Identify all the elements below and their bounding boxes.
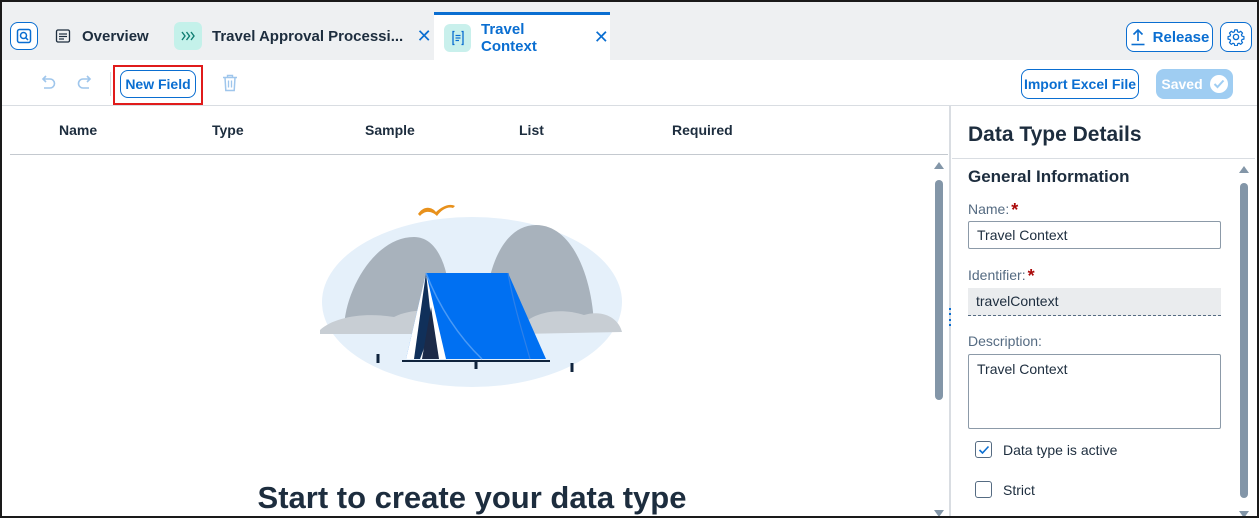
details-panel-title: Data Type Details: [968, 123, 1142, 146]
close-icon[interactable]: ✕: [593, 27, 610, 48]
name-label: Name: *: [968, 198, 1019, 220]
column-header-sample[interactable]: Sample: [365, 122, 415, 138]
details-scrollbar[interactable]: [1239, 164, 1249, 516]
release-button[interactable]: Release: [1126, 22, 1213, 52]
scroll-down-icon[interactable]: [1239, 511, 1249, 516]
active-checkbox[interactable]: [975, 441, 992, 458]
active-checkbox-label: Data type is active: [1003, 441, 1118, 458]
identifier-input[interactable]: travelContext: [968, 288, 1221, 316]
tab-travel-context[interactable]: Travel Context ✕: [434, 12, 610, 60]
redo-icon[interactable]: [75, 72, 97, 94]
tab-overview[interactable]: Overview: [54, 12, 149, 60]
empty-state-title: Start to create your data type: [257, 480, 687, 515]
search-icon: [16, 28, 32, 44]
new-field-button[interactable]: New Field: [120, 70, 196, 98]
list-icon: [54, 27, 72, 45]
scroll-thumb[interactable]: [1240, 183, 1248, 498]
splitter-grip-icon[interactable]: [947, 308, 953, 326]
strict-checkbox-label: Strict: [1003, 481, 1035, 498]
description-label: Description:: [968, 333, 1042, 349]
data-type-icon: [444, 23, 471, 52]
saved-label: Saved: [1161, 76, 1203, 92]
required-marker: *: [1027, 266, 1035, 286]
check-icon: [1209, 75, 1228, 93]
tab-bar: Overview Travel Approval Processi... ✕ T…: [2, 2, 1257, 60]
toolbar-separator: [110, 72, 111, 96]
empty-state-illustration: [314, 197, 634, 397]
strict-checkbox[interactable]: [975, 481, 992, 498]
search-objects-button[interactable]: [10, 22, 38, 50]
general-information-heading: General Information: [968, 167, 1130, 186]
settings-button[interactable]: [1220, 22, 1252, 52]
name-label-text: Name:: [968, 201, 1010, 217]
scroll-thumb[interactable]: [935, 180, 943, 400]
process-icon: [174, 22, 202, 50]
tab-active-label: Travel Context: [481, 20, 537, 55]
undo-icon[interactable]: [36, 72, 58, 94]
delete-icon[interactable]: [219, 72, 241, 94]
scroll-up-icon[interactable]: [1239, 166, 1249, 173]
app-window: Overview Travel Approval Processi... ✕ T…: [0, 0, 1259, 518]
gear-icon: [1227, 29, 1245, 46]
upload-icon: [1131, 28, 1145, 46]
details-panel-divider: [952, 158, 1255, 159]
strict-checkbox-row[interactable]: Strict: [975, 481, 1035, 498]
required-marker: *: [1011, 200, 1019, 220]
active-checkbox-row[interactable]: Data type is active: [975, 441, 1117, 458]
column-header-name[interactable]: Name: [59, 122, 97, 138]
tab-overview-label: Overview: [82, 27, 149, 45]
description-textarea[interactable]: Travel Context: [968, 354, 1221, 429]
tab-travel-approval-process[interactable]: Travel Approval Processi... ✕: [174, 12, 433, 60]
table-scrollbar[interactable]: [934, 160, 944, 516]
check-icon: [978, 445, 989, 454]
column-header-type[interactable]: Type: [212, 122, 244, 138]
column-header-list[interactable]: List: [519, 122, 544, 138]
release-label: Release: [1152, 28, 1210, 46]
tab-process-label: Travel Approval Processi...: [212, 27, 404, 45]
close-icon[interactable]: ✕: [415, 26, 433, 47]
import-excel-file-button[interactable]: Import Excel File: [1021, 69, 1139, 99]
saved-button[interactable]: Saved: [1156, 69, 1233, 99]
column-header-required[interactable]: Required: [672, 122, 733, 138]
table-header-divider: [10, 154, 948, 155]
name-input[interactable]: Travel Context: [968, 221, 1221, 249]
identifier-label: Identifier: *: [968, 264, 1035, 286]
identifier-label-text: Identifier:: [968, 267, 1026, 283]
scroll-up-icon[interactable]: [934, 162, 944, 169]
